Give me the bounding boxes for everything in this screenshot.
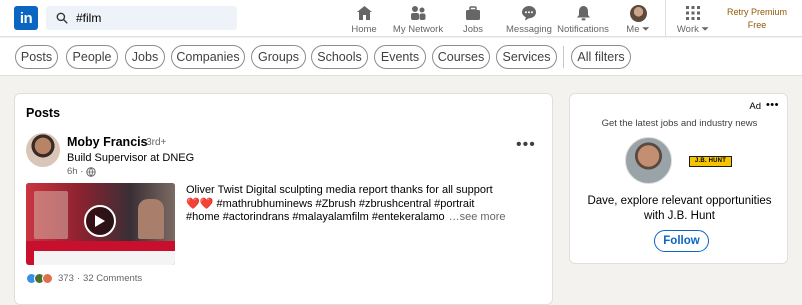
ad-label: Ad bbox=[749, 101, 761, 112]
nav-home-label: Home bbox=[351, 24, 377, 35]
ad-message: Dave, explore relevant opportunities wit… bbox=[587, 195, 772, 222]
search-box[interactable] bbox=[46, 6, 237, 30]
jobs-icon bbox=[464, 4, 482, 22]
nav-my-network-label: My Network bbox=[392, 24, 444, 35]
filter-services[interactable]: Services bbox=[496, 45, 557, 69]
nav-notifications[interactable]: Notifications bbox=[557, 0, 609, 37]
search-filter-bar: Posts People Jobs Companies Groups Schoo… bbox=[0, 38, 802, 76]
nav-me-label: Me ⏷ bbox=[626, 24, 650, 35]
post-time: 6h · bbox=[67, 166, 84, 177]
ad-tagline: Get the latest jobs and industry news bbox=[601, 118, 758, 129]
messaging-icon bbox=[520, 4, 538, 22]
network-icon bbox=[409, 4, 427, 22]
nav-work-label: Work ⏷ bbox=[676, 24, 710, 35]
nav-me[interactable]: Me ⏷ bbox=[624, 0, 652, 37]
count-separator: · bbox=[76, 273, 81, 284]
linkedin-logo[interactable]: in bbox=[14, 6, 38, 30]
premium-line1: Retry Premium bbox=[726, 7, 787, 17]
search-icon bbox=[56, 12, 68, 24]
premium-line2: Free bbox=[747, 20, 767, 30]
company-logo[interactable]: J.B. HUNT bbox=[689, 156, 732, 167]
nav-jobs-label: Jobs bbox=[462, 24, 484, 35]
nav-work[interactable]: Work ⏷ bbox=[676, 0, 710, 37]
home-icon bbox=[355, 4, 373, 22]
post-timestamp: 6h · bbox=[67, 166, 97, 177]
filter-divider bbox=[563, 46, 564, 68]
post-hashtags[interactable]: #home #actorindrans #malayalamfilm #ente… bbox=[186, 211, 445, 223]
filter-people[interactable]: People bbox=[66, 45, 118, 69]
filter-companies[interactable]: Companies bbox=[171, 45, 245, 69]
filter-courses[interactable]: Courses bbox=[432, 45, 490, 69]
connection-degree: · 3rd+ bbox=[140, 137, 167, 148]
globe-icon bbox=[86, 166, 97, 177]
ad-more-options-icon[interactable]: ••• bbox=[766, 100, 779, 111]
filter-groups[interactable]: Groups bbox=[251, 45, 306, 69]
filter-events[interactable]: Events bbox=[374, 45, 426, 69]
post-more-options-icon[interactable]: ••• bbox=[516, 137, 536, 153]
author-avatar[interactable] bbox=[26, 133, 60, 167]
post-text-line3: #home #actorindrans #malayalamfilm #ente… bbox=[186, 211, 546, 225]
posts-card: Posts Moby Francis · 3rd+ Build Supervis… bbox=[14, 93, 553, 305]
play-icon[interactable] bbox=[84, 205, 116, 237]
video-thumbnail[interactable] bbox=[26, 183, 175, 265]
love-reaction-icon bbox=[42, 273, 53, 284]
reaction-count[interactable]: 373 bbox=[58, 273, 74, 284]
nav-notifications-label: Notifications bbox=[557, 24, 609, 35]
filter-jobs[interactable]: Jobs bbox=[125, 45, 165, 69]
top-navigation: in Home My Network Jobs Messaging Notifi… bbox=[0, 0, 802, 37]
author-headline: Build Supervisor at DNEG bbox=[67, 152, 195, 164]
grid-icon bbox=[684, 4, 702, 22]
social-counts[interactable]: 373 · 32 Comments bbox=[26, 273, 142, 284]
follow-button[interactable]: Follow bbox=[654, 230, 709, 252]
nav-divider bbox=[665, 0, 666, 37]
nav-jobs[interactable]: Jobs bbox=[461, 0, 485, 37]
nav-messaging-label: Messaging bbox=[506, 24, 552, 35]
search-input[interactable] bbox=[76, 11, 226, 25]
see-more-link[interactable]: …see more bbox=[449, 211, 506, 223]
filter-schools[interactable]: Schools bbox=[311, 45, 368, 69]
comments-count[interactable]: 32 Comments bbox=[83, 273, 142, 284]
ad-card: Ad ••• Get the latest jobs and industry … bbox=[569, 93, 788, 264]
premium-link[interactable]: Retry Premium Free bbox=[722, 6, 792, 32]
author-name[interactable]: Moby Francis bbox=[67, 135, 148, 149]
member-avatar bbox=[625, 137, 672, 184]
nav-home[interactable]: Home bbox=[349, 0, 379, 37]
posts-heading: Posts bbox=[26, 106, 61, 120]
notifications-icon bbox=[574, 4, 592, 22]
post-text-line1: Oliver Twist Digital sculpting media rep… bbox=[186, 184, 493, 196]
all-filters-button[interactable]: All filters bbox=[571, 45, 631, 69]
avatar bbox=[629, 4, 647, 22]
nav-messaging[interactable]: Messaging bbox=[506, 0, 552, 37]
nav-my-network[interactable]: My Network bbox=[393, 0, 443, 37]
filter-posts[interactable]: Posts bbox=[15, 45, 58, 69]
post-text-line2: ❤️❤️ #mathrubhuminews #Zbrush #zbrushcen… bbox=[186, 197, 475, 210]
post-body: Oliver Twist Digital sculpting media rep… bbox=[186, 184, 546, 225]
